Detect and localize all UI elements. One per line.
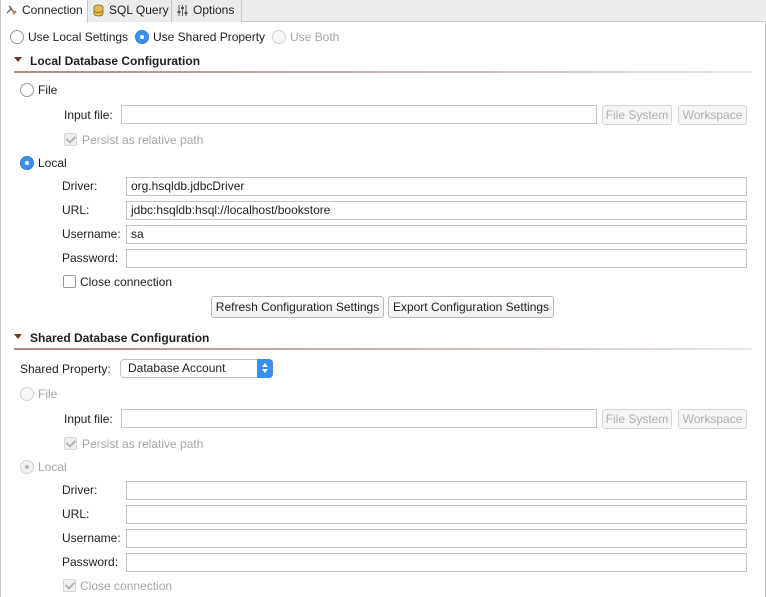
local-username-label: Username: xyxy=(62,227,121,241)
shared-workspace-button[interactable]: Workspace xyxy=(678,409,747,429)
local-file-radio[interactable] xyxy=(20,83,34,97)
tab-sql-query[interactable]: SQL Query xyxy=(88,0,172,22)
shared-local-radio[interactable] xyxy=(20,460,34,474)
shared-file-label: File xyxy=(38,387,58,401)
options-icon xyxy=(177,5,188,16)
tab-label: Options xyxy=(193,3,235,17)
tab-label: SQL Query xyxy=(109,3,169,17)
local-file-label: File xyxy=(38,83,58,97)
local-local-label: Local xyxy=(38,156,67,170)
refresh-configuration-button[interactable]: Refresh Configuration Settings xyxy=(211,296,384,318)
shared-username-label: Username: xyxy=(62,531,121,545)
local-close-connection-label: Close connection xyxy=(80,275,173,289)
shared-input-file-label: Input file: xyxy=(64,412,113,426)
use-both-radio[interactable] xyxy=(272,30,286,44)
local-username-field[interactable]: sa xyxy=(126,225,747,244)
database-icon xyxy=(93,4,104,17)
shared-section-divider xyxy=(14,348,752,350)
shared-local-label: Local xyxy=(38,460,67,474)
use-local-settings-label: Use Local Settings xyxy=(28,30,129,44)
local-persist-label: Persist as relative path xyxy=(82,133,204,147)
shared-url-field[interactable] xyxy=(126,505,747,524)
local-persist-checkbox[interactable] xyxy=(64,133,77,146)
chevron-updown-icon xyxy=(257,359,273,378)
use-shared-property-label: Use Shared Property xyxy=(153,30,266,44)
tab-connection[interactable]: Connection xyxy=(0,0,88,23)
use-shared-property-radio[interactable] xyxy=(135,30,149,44)
shared-close-connection-label: Close connection xyxy=(80,579,173,593)
local-password-field[interactable] xyxy=(126,249,747,268)
local-url-label: URL: xyxy=(62,203,90,217)
connection-icon xyxy=(6,5,17,15)
local-driver-label: Driver: xyxy=(62,179,98,193)
local-password-label: Password: xyxy=(62,251,119,265)
local-local-radio[interactable] xyxy=(20,156,34,170)
shared-section-title: Shared Database Configuration xyxy=(30,331,210,345)
collapse-triangle-icon[interactable] xyxy=(14,334,22,339)
shared-persist-checkbox[interactable] xyxy=(64,437,77,450)
shared-input-file-field[interactable] xyxy=(121,409,597,428)
shared-username-field[interactable] xyxy=(126,529,747,548)
export-configuration-button[interactable]: Export Configuration Settings xyxy=(388,296,554,318)
shared-password-label: Password: xyxy=(62,555,119,569)
tab-label: Connection xyxy=(22,3,83,17)
use-both-label: Use Both xyxy=(290,30,340,44)
tab-options[interactable]: Options xyxy=(172,0,242,22)
shared-file-system-button[interactable]: File System xyxy=(602,409,672,429)
use-local-settings-radio[interactable] xyxy=(10,30,24,44)
shared-url-label: URL: xyxy=(62,507,90,521)
local-workspace-button[interactable]: Workspace xyxy=(678,105,747,125)
local-input-file-label: Input file: xyxy=(64,108,113,122)
shared-property-label: Shared Property: xyxy=(20,362,111,376)
shared-property-value: Database Account xyxy=(128,361,226,375)
shared-close-connection-checkbox[interactable] xyxy=(63,579,76,592)
tab-bar: Connection SQL Query Options xyxy=(0,0,766,23)
local-file-system-button[interactable]: File System xyxy=(602,105,672,125)
local-input-file-field[interactable] xyxy=(121,105,597,124)
local-section-divider xyxy=(14,71,752,73)
shared-persist-label: Persist as relative path xyxy=(82,437,204,451)
shared-password-field[interactable] xyxy=(126,553,747,572)
local-close-connection-checkbox[interactable] xyxy=(63,275,76,288)
shared-file-radio[interactable] xyxy=(20,387,34,401)
local-section-title: Local Database Configuration xyxy=(30,54,201,68)
shared-driver-label: Driver: xyxy=(62,483,98,497)
shared-property-select[interactable]: Database Account xyxy=(120,359,273,378)
collapse-triangle-icon[interactable] xyxy=(14,57,22,62)
local-driver-field[interactable]: org.hsqldb.jdbcDriver xyxy=(126,177,747,196)
local-url-field[interactable]: jdbc:hsqldb:hsql://localhost/bookstore xyxy=(126,201,747,220)
shared-driver-field[interactable] xyxy=(126,481,747,500)
